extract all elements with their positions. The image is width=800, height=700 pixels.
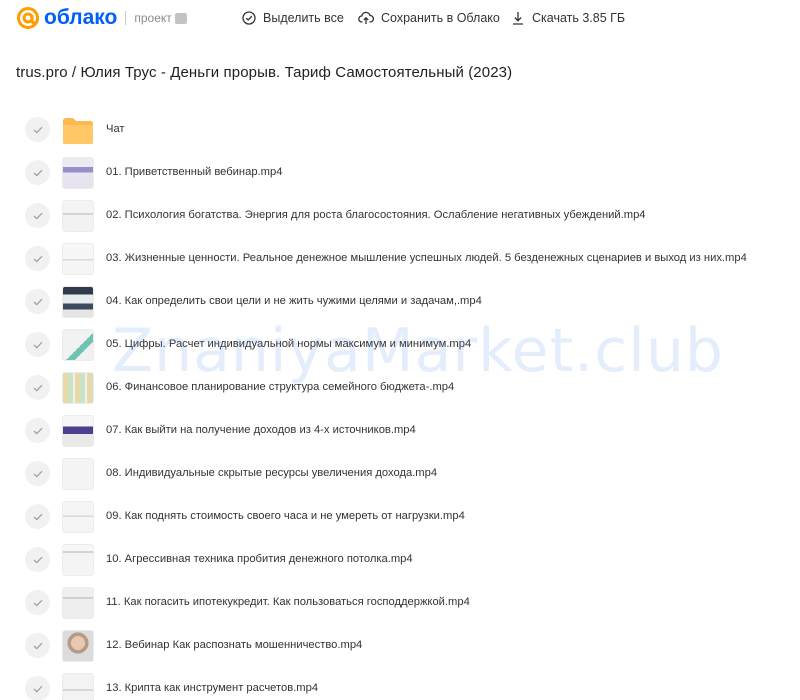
list-item[interactable]: 11. Как погасить ипотекукредит. Как поль…	[0, 581, 800, 624]
check-icon	[33, 513, 42, 520]
select-checkbox[interactable]	[25, 375, 50, 400]
top-bar: облако проект Выделить все Сохранить в О…	[0, 0, 800, 40]
save-to-cloud-button[interactable]: Сохранить в Облако	[358, 9, 500, 27]
file-name: Чат	[106, 123, 125, 135]
check-icon	[33, 685, 42, 692]
select-checkbox[interactable]	[25, 332, 50, 357]
list-item[interactable]: 07. Как выйти на получение доходов из 4-…	[0, 409, 800, 452]
select-all-button[interactable]: Выделить все	[242, 9, 344, 27]
list-item[interactable]: 03. Жизненные ценности. Реальное денежно…	[0, 237, 800, 280]
save-to-cloud-label: Сохранить в Облако	[381, 11, 500, 25]
download-label: Скачать 3.85 ГБ	[532, 11, 626, 25]
file-name: 12. Вебинар Как распознать мошенничество…	[106, 639, 363, 651]
check-icon	[33, 255, 42, 262]
video-thumbnail	[62, 329, 94, 361]
download-icon	[513, 12, 523, 25]
video-thumbnail	[62, 501, 94, 533]
select-checkbox[interactable]	[25, 504, 50, 529]
select-checkbox[interactable]	[25, 289, 50, 314]
logo-subtitle: проект	[134, 11, 172, 25]
file-name: 10. Агрессивная техника пробития денежно…	[106, 553, 413, 565]
check-icon	[33, 212, 42, 219]
list-item[interactable]: 12. Вебинар Как распознать мошенничество…	[0, 624, 800, 667]
check-icon	[33, 556, 42, 563]
video-thumbnail	[62, 630, 94, 662]
check-icon	[33, 427, 42, 434]
list-item[interactable]: Чат	[0, 108, 800, 151]
list-item[interactable]: 10. Агрессивная техника пробития денежно…	[0, 538, 800, 581]
select-checkbox[interactable]	[25, 160, 50, 185]
list-item[interactable]: 01. Приветственный вебинар.mp4	[0, 151, 800, 194]
cloud-upload-icon	[358, 11, 374, 24]
list-item[interactable]: 06. Финансовое планирование структура се…	[0, 366, 800, 409]
file-name: 08. Индивидуальные скрытые ресурсы увели…	[106, 467, 438, 479]
logo-separator	[125, 11, 127, 25]
video-thumbnail	[62, 243, 94, 275]
check-icon	[33, 298, 42, 305]
check-icon	[33, 169, 42, 176]
list-item[interactable]: 05. Цифры. Расчет индивидуальной нормы м…	[0, 323, 800, 366]
select-checkbox[interactable]	[25, 547, 50, 572]
select-checkbox[interactable]	[25, 461, 50, 486]
file-name: 04. Как определить свои цели и не жить ч…	[106, 295, 482, 307]
select-checkbox[interactable]	[25, 633, 50, 658]
select-checkbox[interactable]	[25, 590, 50, 615]
check-icon	[33, 642, 42, 649]
check-icon	[33, 384, 42, 391]
video-thumbnail	[62, 544, 94, 576]
list-item[interactable]: 04. Как определить свои цели и не жить ч…	[0, 280, 800, 323]
download-button[interactable]: Скачать 3.85 ГБ	[511, 9, 625, 27]
file-name: 11. Как погасить ипотекукредит. Как поль…	[106, 596, 470, 608]
folder-icon	[62, 114, 94, 146]
check-circle-icon	[242, 11, 256, 25]
check-icon	[33, 341, 42, 348]
video-thumbnail	[62, 587, 94, 619]
select-all-label: Выделить все	[263, 11, 344, 25]
file-name: 13. Крипта как инструмент расчетов.mp4	[106, 682, 319, 694]
video-thumbnail	[62, 200, 94, 232]
video-thumbnail	[62, 286, 94, 318]
file-name: 03. Жизненные ценности. Реальное денежно…	[106, 252, 747, 264]
list-item[interactable]: 02. Психология богатства. Энергия для ро…	[0, 194, 800, 237]
at-sign-icon	[17, 7, 39, 29]
video-thumbnail	[62, 415, 94, 447]
file-name: 07. Как выйти на получение доходов из 4-…	[106, 424, 416, 436]
check-icon	[33, 599, 42, 606]
cloud-logo[interactable]: облако проект	[16, 6, 187, 30]
list-item[interactable]: 13. Крипта как инструмент расчетов.mp4	[0, 667, 800, 700]
select-checkbox[interactable]	[25, 203, 50, 228]
video-thumbnail	[62, 673, 94, 700]
logo-text: облако	[44, 6, 118, 29]
video-thumbnail	[62, 458, 94, 490]
folder-title: trus.pro / Юлия Трус - Деньги прорыв. Та…	[16, 64, 513, 81]
check-icon	[33, 126, 42, 133]
file-name: 09. Как поднять стоимость своего часа и …	[106, 510, 465, 522]
list-item[interactable]: 08. Индивидуальные скрытые ресурсы увели…	[0, 452, 800, 495]
video-thumbnail	[62, 372, 94, 404]
select-checkbox[interactable]	[25, 246, 50, 271]
file-name: 01. Приветственный вебинар.mp4	[106, 166, 283, 178]
select-checkbox[interactable]	[25, 418, 50, 443]
file-name: 06. Финансовое планирование структура се…	[106, 381, 455, 393]
file-name: 05. Цифры. Расчет индивидуальной нормы м…	[106, 338, 472, 350]
video-thumbnail	[62, 157, 94, 189]
select-checkbox[interactable]	[25, 676, 50, 700]
vk-icon	[174, 12, 187, 24]
list-item[interactable]: 09. Как поднять стоимость своего часа и …	[0, 495, 800, 538]
file-name: 02. Психология богатства. Энергия для ро…	[106, 209, 646, 221]
select-checkbox[interactable]	[25, 117, 50, 142]
check-icon	[33, 470, 42, 477]
